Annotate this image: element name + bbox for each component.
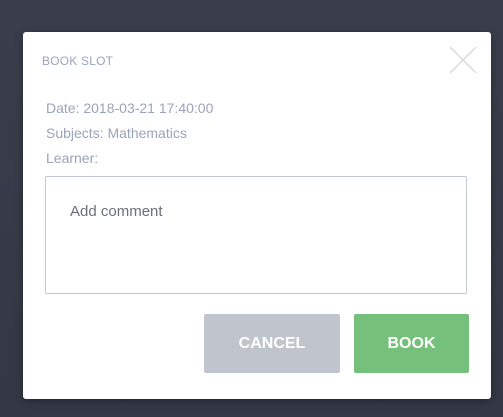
- dialog-title: BOOK SLOT: [42, 54, 114, 68]
- book-button[interactable]: BOOK: [354, 314, 469, 373]
- comment-input[interactable]: [45, 176, 467, 294]
- book-slot-dialog: BOOK SLOT Date: 2018-03-21 17:40:00 Subj…: [23, 32, 491, 399]
- cancel-button[interactable]: CANCEL: [204, 314, 340, 373]
- slot-subjects: Subjects: Mathematics: [46, 125, 187, 141]
- close-button[interactable]: [447, 44, 479, 76]
- close-icon: [449, 46, 477, 74]
- slot-learner: Learner:: [46, 150, 99, 166]
- slot-date: Date: 2018-03-21 17:40:00: [46, 100, 214, 116]
